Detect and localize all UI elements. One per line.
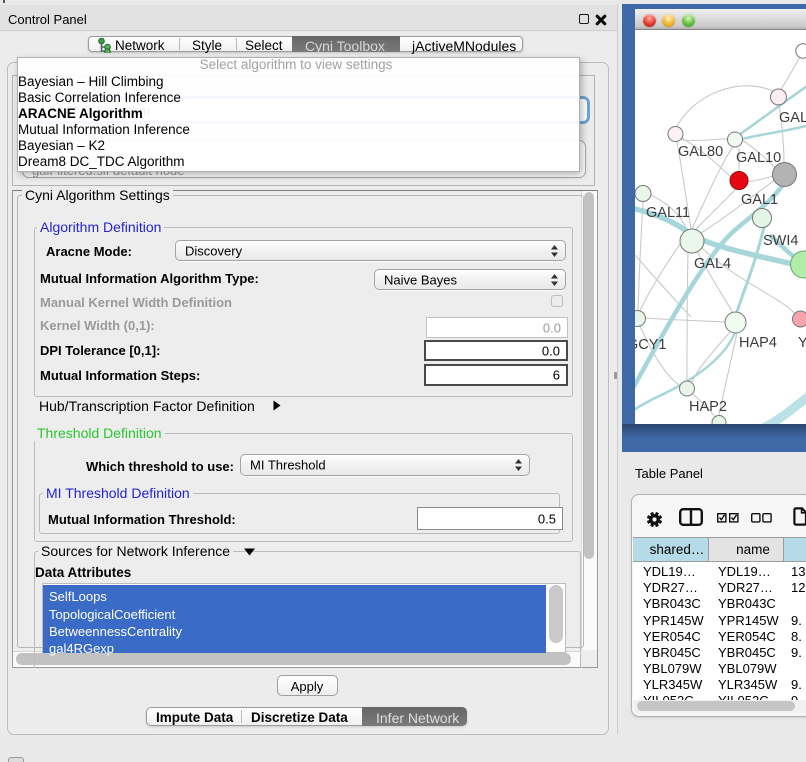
svg-text:Y: Y — [798, 335, 806, 351]
svg-text:SWI4: SWI4 — [763, 233, 798, 249]
svg-text:GCY1: GCY1 — [635, 337, 667, 353]
svg-text:HAP2: HAP2 — [689, 399, 727, 415]
svg-text:GAL10: GAL10 — [736, 150, 781, 166]
svg-text:GAL80: GAL80 — [678, 144, 723, 160]
svg-text:GAL4: GAL4 — [694, 256, 731, 272]
svg-text:HAP4: HAP4 — [739, 335, 777, 351]
svg-text:GAL11: GAL11 — [646, 205, 690, 221]
svg-text:GAL1: GAL1 — [741, 192, 778, 208]
svg-text:GAL2: GAL2 — [779, 110, 806, 126]
